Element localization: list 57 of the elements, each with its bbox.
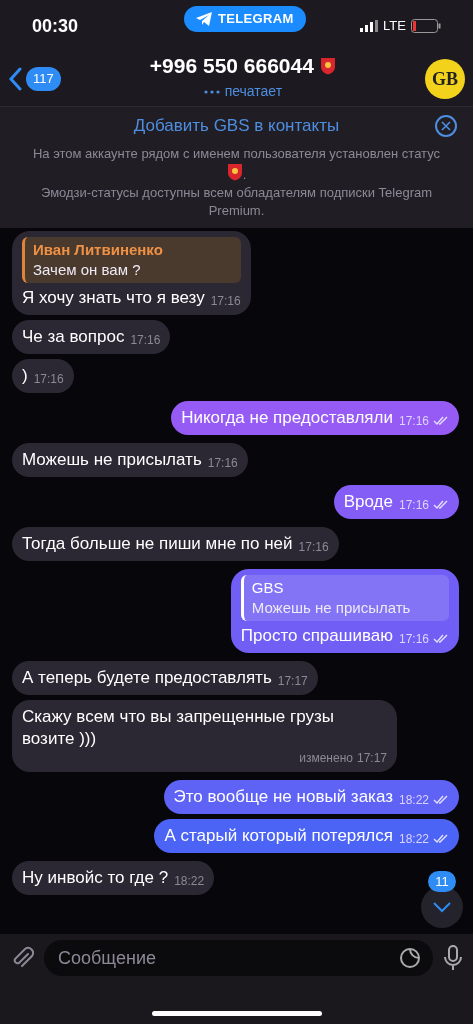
message-text: А теперь будете предоставлять: [22, 666, 272, 689]
paper-plane-icon: [196, 12, 212, 26]
typing-dots-icon: [203, 89, 220, 94]
message-text: Никогда не предоставляли: [181, 406, 393, 429]
message-time: 17:16: [298, 538, 329, 555]
microphone-icon: [443, 944, 463, 972]
sticker-icon: [399, 947, 421, 969]
unread-badge: 11: [428, 870, 456, 892]
message-time: 17:16: [130, 331, 161, 348]
message-time: 18:22: [174, 872, 205, 889]
message-time: 17:16: [398, 496, 429, 513]
message-input[interactable]: Сообщение: [44, 940, 433, 976]
chevron-left-icon: [8, 67, 22, 91]
status-notice-period: .: [242, 166, 247, 182]
network-label: LTE: [383, 17, 406, 36]
premium-notice: Эмодзи-статусы доступны всем обладателям подписки Telegram Premium.: [39, 183, 434, 220]
close-button[interactable]: [435, 115, 457, 137]
message-time: 17:17: [277, 672, 308, 689]
reply-author: Иван Литвиненко: [33, 239, 164, 260]
avatar[interactable]: GB: [425, 59, 465, 99]
message-text: Просто спрашиваю: [240, 624, 393, 647]
message-text: ): [22, 364, 28, 387]
message-time: 17:16: [210, 292, 241, 309]
message-text: Я хочу знать что я везу: [22, 286, 205, 309]
message-time: 17:17: [356, 749, 387, 766]
reply-author: GBS: [251, 577, 285, 598]
shield-emoji-icon: [226, 162, 243, 181]
typing-status: печатает: [224, 82, 283, 102]
message-text: Че за вопрос: [22, 325, 125, 348]
chevron-down-icon: [432, 901, 452, 913]
clock-time: 00:30: [32, 14, 79, 38]
reply-text: Можешь не присылать: [251, 597, 412, 618]
message-text: А старый который потерялся: [164, 824, 393, 847]
add-contact-link[interactable]: Добавить GBS в контакты: [133, 113, 340, 139]
message-time: 17:16: [207, 454, 238, 471]
message-text: Можешь не присылать: [22, 448, 202, 471]
reply-text: Зачем он вам ?: [33, 259, 142, 280]
message-time: 18:22: [398, 830, 429, 847]
close-icon: [441, 121, 451, 131]
message-text: Это вообще не новый заказ: [173, 785, 393, 808]
shield-emoji-icon: [319, 56, 336, 75]
status-notice: На этом аккаунте рядом с именем пользователя установлен статус: [32, 145, 441, 161]
edited-label: изменено: [299, 749, 353, 766]
signal-icon: [360, 20, 379, 32]
app-pill[interactable]: TELEGRAM: [184, 6, 306, 32]
battery-icon: [411, 19, 441, 33]
message-time: 17:16: [33, 370, 64, 387]
message-time: 17:16: [398, 412, 429, 429]
message-text: Скажу всем что вы запрещенные грузы возите ))): [22, 705, 335, 750]
message-text: Вроде: [343, 490, 393, 513]
message-time: 18:22: [398, 791, 429, 808]
chat-title: +996 550 666044: [149, 52, 314, 79]
unread-count-badge: 117: [26, 67, 61, 91]
back-button[interactable]: 117: [8, 67, 61, 91]
message-text: Тогда больше не пиши мне по ней: [22, 532, 293, 555]
message-text: Ну инвойс то где ?: [22, 866, 169, 889]
message-time: 17:16: [398, 630, 429, 647]
